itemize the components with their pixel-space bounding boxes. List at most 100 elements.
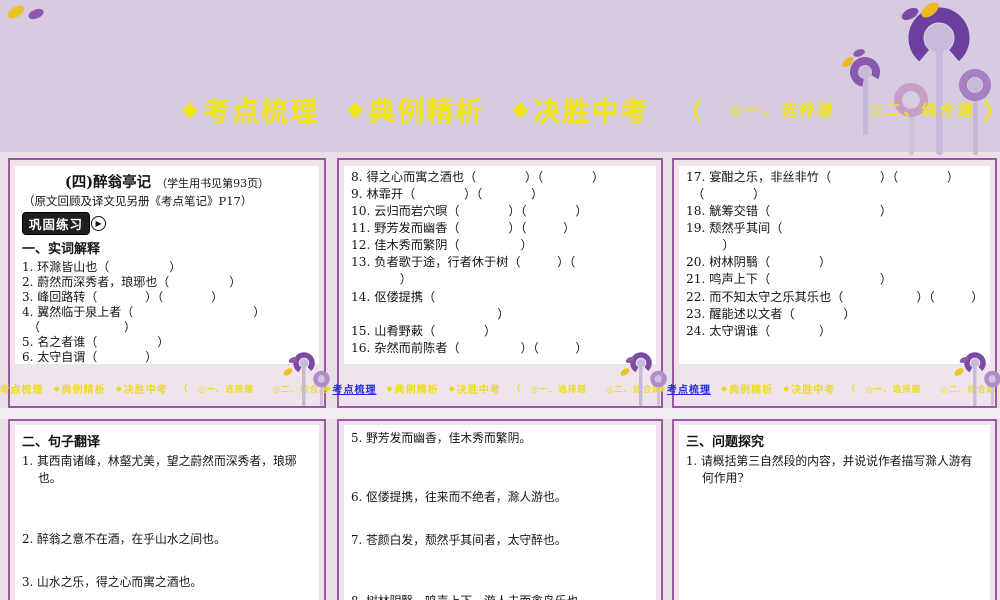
list-item: 11. 野芳发而幽香（ ）（ ） xyxy=(351,221,576,236)
footer-nav-jueshengzhongkao[interactable]: ◆ 决胜中考 xyxy=(449,381,501,396)
header-nav: ◆ 考点梳理 ◆ 典例精析 ◆ 决胜中考 （ ◎一、选择题 ◎二、综合题 ） xyxy=(182,90,1000,129)
play-icon[interactable]: ▶ xyxy=(91,216,107,231)
dandelion-decoration-corner xyxy=(954,352,1000,406)
nav-sub-zongheti[interactable]: ◎二、综合题 xyxy=(870,99,976,120)
panel-word-explanations-2: 8. 得之心而寓之酒也（ ）（ ） 9. 林霏开（ ）（ ） 10. 云归而岩穴暝（… xyxy=(324,158,680,408)
list-item: 9. 林霏开（ ）（ ） xyxy=(351,187,544,202)
slide: ◆ 考点梳理 ◆ 典例精析 ◆ 决胜中考 （ ◎一、选择题 ◎二、综合题 ） (… xyxy=(0,0,1000,600)
panel-content: 8. 得之心而寓之酒也（ ）（ ） 9. 林霏开（ ）（ ） 10. 云归而岩穴暝（… xyxy=(344,166,656,364)
list-item: 18. 觥筹交错（ ） xyxy=(686,204,893,219)
diamond-icon: ◆ xyxy=(658,384,666,393)
lesson-title: (四)醉翁亭记 （学生用书见第93页） xyxy=(22,171,312,192)
lesson-title-text: (四)醉翁亭记 xyxy=(64,174,152,191)
panel-content: 17. 宴酣之乐，非丝非竹（ ）（ ） （ ） 18. 觥筹交错（ ） 19. 颓然… xyxy=(679,166,990,364)
footer-nav-label: 典例精析 xyxy=(729,385,774,396)
section-heading-juzi: 二、句子翻译 xyxy=(22,434,101,449)
word-items-8to16: 8. 得之心而寓之酒也（ ）（ ） 9. 林霏开（ ）（ ） 10. 云归而岩穴暝（… xyxy=(351,169,649,357)
question-items: 1. 请概括第三自然段的内容，并说说作者描写滁人游有何作用? xyxy=(686,453,983,487)
row-gap xyxy=(0,408,1000,419)
lesson-title-note: （学生用书见第93页） xyxy=(156,177,270,190)
list-item: 5. 名之者谁（ ） xyxy=(22,335,170,349)
footer-nav-label: 典例精析 xyxy=(394,385,439,396)
nav-item-jueshengzhongkao[interactable]: ◆ 决胜中考 xyxy=(512,90,649,129)
list-item: 8. 树林阴翳，鸣声上下，游人去而禽鸟乐也。 xyxy=(351,593,649,600)
diamond-icon: ◆ xyxy=(115,384,123,393)
list-item: 7. 苍颜白发，颓然乎其间者，太守醉也。 xyxy=(351,533,567,548)
list-item: 21. 鸣声上下（ ） xyxy=(686,272,893,287)
paren-close: ） xyxy=(984,94,1000,126)
section-heading-wenti: 三、问题探究 xyxy=(686,434,765,449)
list-item: 2. 醉翁之意不在酒，在乎山水之间也。 xyxy=(22,532,226,547)
list-item: 4. 翼然临于泉上者（ ） （ ） xyxy=(22,305,266,334)
footer-nav-kaodianshuli[interactable]: ◆考点梳理 xyxy=(659,381,711,396)
diamond-icon: ◆ xyxy=(324,384,332,393)
list-item: 24. 太守谓谁（ ） xyxy=(686,323,832,338)
list-item: 13. 负者歌于途，行者休于树（ ）（ ） xyxy=(351,255,576,287)
footer-nav-kaodianshuli[interactable]: ◆考点梳理 xyxy=(0,381,44,396)
list-item: 8. 得之心而寓之酒也（ ）（ ） xyxy=(351,170,605,184)
paren-open: （ xyxy=(679,98,702,124)
footer-nav-label: 考点梳理 xyxy=(0,385,44,396)
footer-nav-label: 决胜中考 xyxy=(791,385,836,396)
dandelion-decoration-topright xyxy=(842,2,991,155)
panel-content: 二、句子翻译 1. 其西南诸峰，林壑尤美，望之蔚然而深秀者，琅琊也。 2. 醉翁之… xyxy=(15,425,319,600)
panel-sentence-translation-1: 二、句子翻译 1. 其西南诸峰，林壑尤美，望之蔚然而深秀者，琅琊也。 2. 醉翁之… xyxy=(8,419,326,600)
footer-nav-label-active: 考点梳理 xyxy=(667,385,711,396)
diamond-icon: ◆ xyxy=(721,384,729,393)
footer-nav-jueshengzhongkao[interactable]: ◆ 决胜中考 xyxy=(783,381,835,396)
panel-word-explanations-1: (四)醉翁亭记 （学生用书见第93页） （原文回顾及译文见另册《考点笔记》P17… xyxy=(0,158,347,408)
dandelion-decoration-corner xyxy=(283,352,330,406)
diamond-icon: ◆ xyxy=(386,384,394,393)
diamond-icon: ◆ xyxy=(53,384,61,393)
panel-question-exploration: 三、问题探究 1. 请概括第三自然段的内容，并说说作者描写滁人游有何作用? xyxy=(672,419,997,600)
diamond-icon: ◆ xyxy=(783,384,791,393)
list-item: 23. 醒能述以文者（ ） xyxy=(686,306,856,321)
list-item: 15. 山肴野蔌（ ） xyxy=(351,323,497,338)
diamond-icon: ◆ xyxy=(512,98,529,121)
badge-row: 巩固练习 ▶ xyxy=(22,212,312,235)
list-item: 19. 颓然乎其间（ ） xyxy=(686,221,783,253)
list-item: 3. 峰回路转（ ）（ ） xyxy=(22,290,224,304)
list-item: 2. 蔚然而深秀者，琅琊也（ ） xyxy=(22,275,242,289)
panel-content: 5. 野芳发而幽香，佳木秀而繁阴。 6. 伛偻提携，往来而不绝者，滁人游也。 7. … xyxy=(344,425,656,600)
footer-nav-dianlijingxi[interactable]: ◆ 典例精析 xyxy=(721,381,773,396)
footer-nav-label: 决胜中考 xyxy=(123,385,168,396)
nav-label: 决胜中考 xyxy=(533,97,650,127)
dandelion-decoration-corner xyxy=(620,352,667,406)
nav-item-dianlijingxi[interactable]: ◆ 典例精析 xyxy=(347,90,484,129)
diamond-icon: ◆ xyxy=(448,384,456,393)
leaf-decoration-topleft xyxy=(7,5,44,20)
nav-label: 考点梳理 xyxy=(203,97,320,127)
list-item: 14. 伛偻提携（ ） xyxy=(351,289,510,321)
sentence-items-1to4: 1. 其西南诸峰，林壑尤美，望之蔚然而深秀者，琅琊也。 2. 醉翁之意不在酒，在乎… xyxy=(22,453,312,600)
nav-item-kaodianshuli[interactable]: ◆ 考点梳理 xyxy=(182,90,319,129)
list-item: 1. 其西南诸峰，林壑尤美，望之蔚然而深秀者，琅琊也。 xyxy=(22,454,297,486)
footer-nav-kaodianshuli[interactable]: ◆考点梳理 xyxy=(324,381,376,396)
list-item: 20. 树林阴翳（ ） xyxy=(686,255,832,270)
list-item: 1. 请概括第三自然段的内容，并说说作者描写滁人游有何作用? xyxy=(686,454,973,486)
gonggu-lianxi-badge[interactable]: 巩固练习 xyxy=(22,212,91,235)
panel-content: 三、问题探究 1. 请概括第三自然段的内容，并说说作者描写滁人游有何作用? xyxy=(679,425,990,600)
list-item: 1. 环滁皆山也（ ） xyxy=(22,260,182,274)
panel-word-explanations-3: 17. 宴酣之乐，非丝非竹（ ）（ ） （ ） 18. 觥筹交错（ ） 19. 颓然… xyxy=(659,158,1000,408)
footer-nav-dianlijingxi[interactable]: ◆ 典例精析 xyxy=(387,381,439,396)
list-item: 16. 杂然而前陈者（ ）（ ） xyxy=(351,340,588,355)
footer-nav-label: 典例精析 xyxy=(61,385,106,396)
list-item: 12. 佳木秀而繁阴（ ） xyxy=(351,238,533,253)
nav-sub-xuanzeti[interactable]: ◎一、选择题 xyxy=(729,99,835,120)
footer-nav-label: 决胜中考 xyxy=(456,385,501,396)
footer-nav-dianlijingxi[interactable]: ◆ 典例精析 xyxy=(54,381,106,396)
panel-content: (四)醉翁亭记 （学生用书见第93页） （原文回顾及译文见另册《考点笔记》P17… xyxy=(15,166,319,364)
sentence-items-5to8: 5. 野芳发而幽香，佳木秀而繁阴。 6. 伛偻提携，往来而不绝者，滁人游也。 7. … xyxy=(351,430,649,600)
list-item: 10. 云归而岩穴暝（ ）（ ） xyxy=(351,204,588,219)
word-items-17to24: 17. 宴酣之乐，非丝非竹（ ）（ ） （ ） 18. 觥筹交错（ ） 19. 颓然… xyxy=(686,169,983,340)
nav-label: 典例精析 xyxy=(368,97,485,127)
word-items-1to7: 1. 环滁皆山也（ ） 2. 蔚然而深秀者，琅琊也（ ） 3. 峰回路转（ ）（ ）… xyxy=(22,260,312,364)
list-item: 17. 宴酣之乐，非丝非竹（ ）（ ） （ ） xyxy=(686,170,960,202)
list-item: 6. 太守自谓（ ） xyxy=(22,350,158,364)
footer-nav-label-active: 考点梳理 xyxy=(332,385,377,396)
panel-sentence-translation-2: 5. 野芳发而幽香，佳木秀而繁阴。 6. 伛偻提携，往来而不绝者，滁人游也。 7. … xyxy=(337,419,663,600)
lesson-subtitle: （原文回顾及译文见另册《考点笔记》P17） xyxy=(23,194,253,208)
footer-nav-jueshengzhongkao[interactable]: ◆ 决胜中考 xyxy=(116,381,168,396)
list-item: 6. 伛偻提携，往来而不绝者，滁人游也。 xyxy=(351,490,567,505)
